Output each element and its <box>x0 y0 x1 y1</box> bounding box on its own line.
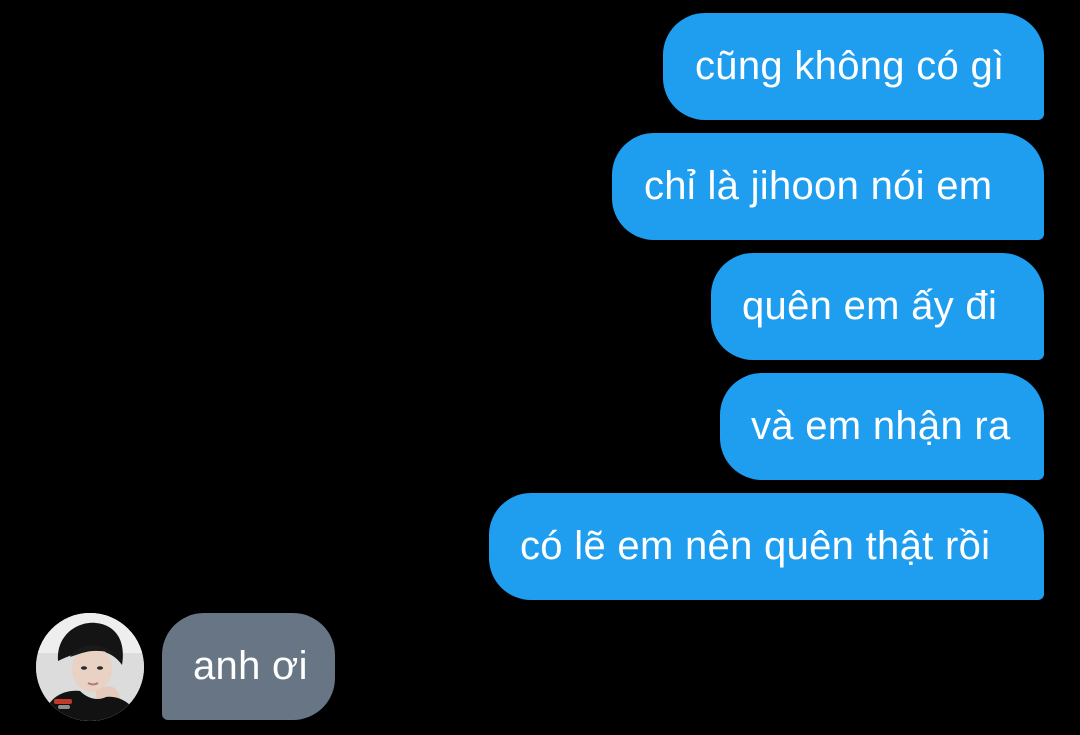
message-text: anh ơi <box>193 644 308 688</box>
received-message-bubble[interactable]: anh ơi <box>162 613 335 720</box>
sent-message-bubble[interactable]: có lẽ em nên quên thật rồi <box>489 493 1044 600</box>
sent-message-bubble[interactable]: chỉ là jihoon nói em <box>612 133 1044 240</box>
contact-avatar[interactable] <box>36 613 144 721</box>
message-text: cũng không có gì <box>695 44 1005 88</box>
chat-thread: cũng không có gì chỉ là jihoon nói em qu… <box>0 0 1080 735</box>
message-text: quên em ấy đi <box>742 284 998 328</box>
message-text: và em nhận ra <box>751 404 1011 448</box>
sent-message-bubble[interactable]: cũng không có gì <box>663 13 1044 120</box>
sent-message-bubble[interactable]: quên em ấy đi <box>711 253 1044 360</box>
sent-message-bubble[interactable]: và em nhận ra <box>720 373 1044 480</box>
avatar-photo <box>36 613 144 721</box>
message-text: chỉ là jihoon nói em <box>644 164 993 208</box>
message-text: có lẽ em nên quên thật rồi <box>520 524 991 568</box>
